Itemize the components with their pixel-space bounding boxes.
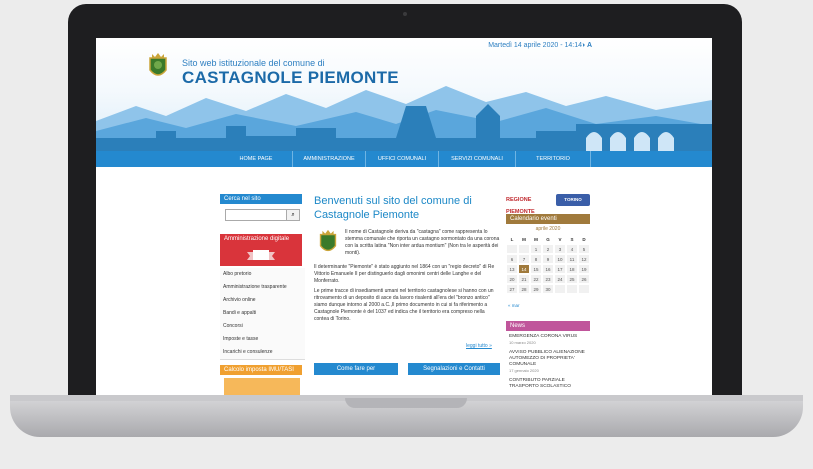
read-more-link[interactable]: leggi tutto » [466, 343, 492, 349]
calendar-day[interactable]: 23 [542, 274, 554, 284]
news-item-title[interactable]: EMERGENZA CORONA VIRUS [509, 334, 577, 339]
calcolo-imu-title[interactable]: Calcolo imposta IMU/TASI [220, 365, 302, 375]
calendar-day[interactable]: 3 [554, 244, 566, 254]
news-item-date: 17 gennaio 2020 [509, 368, 539, 373]
sidebar-item-incarichi[interactable]: Incarichi e consulenze [220, 346, 305, 360]
nav-servizi[interactable]: SERVIZI COMUNALI [439, 151, 516, 167]
regione-piemonte-logo[interactable]: REGIONE PIEMONTE [506, 194, 544, 215]
search-icon[interactable]: ⌕ [286, 209, 300, 221]
nav-amministrazione[interactable]: AMMINISTRAZIONE [293, 151, 366, 167]
calendar-dayname: L [506, 234, 518, 244]
calendar-prev-link[interactable]: « mar [508, 303, 520, 308]
calendar-day[interactable]: 30 [542, 284, 554, 294]
calendar-day[interactable]: 14 [518, 264, 530, 274]
calendar-day [518, 244, 530, 254]
calendar-day[interactable]: 9 [542, 254, 554, 264]
calendar-day[interactable]: 27 [506, 284, 518, 294]
skyline-banner [96, 86, 712, 156]
calendar-day[interactable]: 13 [506, 264, 518, 274]
paragraph-2: Le prime tracce di insediamenti umani ne… [314, 288, 494, 322]
calendar-day[interactable]: 2 [542, 244, 554, 254]
calendar-day[interactable]: 15 [530, 264, 542, 274]
admin-digitale-banner[interactable] [220, 244, 302, 266]
calendar-dayname: M [518, 234, 530, 244]
calendar-day[interactable]: 21 [518, 274, 530, 284]
nav-home[interactable]: HOME PAGE [220, 151, 293, 167]
paragraph-1: Il determinante "Piemonte" è stato aggiu… [314, 264, 495, 284]
news-item[interactable]: CONTRIBUTO PARZIALE TRASPORTO SCOLASTICO [509, 378, 591, 390]
torino-metropoli-logo[interactable]: TORINO METROPOLI [556, 194, 590, 214]
nav-uffici[interactable]: UFFICI COMUNALI [366, 151, 439, 167]
sidebar-item-trasparente[interactable]: Amministrazione trasparente [220, 281, 305, 295]
site-subtitle: Sito web istituzionale del comune di [182, 58, 325, 68]
site-header: Martedì 14 aprile 2020 - 14:14 ◑ A Sito … [96, 38, 712, 156]
calendar-dayname: M [530, 234, 542, 244]
accessibility-icons[interactable]: ◑ A [581, 42, 592, 49]
intro-text: Il nome di Castagnole deriva da "castagn… [345, 229, 500, 256]
calendar-day[interactable]: 28 [518, 284, 530, 294]
calendar-day[interactable]: 7 [518, 254, 530, 264]
search-box-title: Cerca nel sito [220, 194, 302, 204]
calendar-day[interactable]: 12 [578, 254, 590, 264]
admin-digitale-title: Amministrazione digitale [220, 234, 302, 244]
date-display: Martedì 14 aprile 2020 - 14:14 [488, 42, 582, 49]
sidebar-item-albo[interactable]: Albo pretorio [220, 268, 305, 282]
main-navigation: HOME PAGE AMMINISTRAZIONE UFFICI COMUNAL… [96, 151, 712, 167]
sidebar-item-archivio[interactable]: Archivio online [220, 294, 305, 308]
news-item-title[interactable]: CONTRIBUTO PARZIALE TRASPORTO SCOLASTICO [509, 378, 571, 389]
calendar-dayname: D [578, 234, 590, 244]
news-item-date: 10 marzo 2020 [509, 340, 536, 345]
nav-territorio[interactable]: TERRITORIO [516, 151, 591, 167]
calendar-day [578, 284, 590, 294]
sidebar-item-bandi[interactable]: Bandi e appalti [220, 307, 305, 321]
calendar-title: Calendario eventi [506, 214, 590, 224]
site-name[interactable]: CASTAGNOLE PIEMONTE [182, 68, 399, 88]
ribbon-icon [247, 250, 275, 260]
calendar-grid: L M M G V S D 1 2 3 4 5 6 7 8 9 10 11 12 13 14 15 16 17 1… [506, 234, 590, 294]
news-title: News [506, 321, 590, 331]
calendar-day[interactable]: 10 [554, 254, 566, 264]
calendar-day[interactable]: 26 [578, 274, 590, 284]
laptop-notch [345, 398, 467, 408]
calendar-day[interactable]: 4 [566, 244, 578, 254]
sidebar-item-imposte[interactable]: Imposte e tasse [220, 333, 305, 347]
calendar-dayname: S [566, 234, 578, 244]
calendar-day[interactable]: 29 [530, 284, 542, 294]
calendar-day[interactable]: 11 [566, 254, 578, 264]
coat-of-arms-small-icon [319, 229, 337, 252]
page-title: Benvenuti sul sito del comune di Castagn… [314, 195, 472, 221]
calendar-day[interactable]: 17 [554, 264, 566, 274]
calendar-day [566, 284, 578, 294]
news-item-title[interactable]: AVVISO PUBBLICO ALIENAZIONE AUTOMEZZO DI… [509, 350, 585, 367]
news-item[interactable]: EMERGENZA CORONA VIRUS 10 marzo 2020 [509, 334, 591, 347]
browser-screen: Martedì 14 aprile 2020 - 14:14 ◑ A Sito … [96, 38, 712, 397]
coat-of-arms-icon [149, 53, 167, 76]
calendar-day[interactable]: 1 [530, 244, 542, 254]
calendar-day[interactable]: 6 [506, 254, 518, 264]
come-fare-button[interactable]: Come fare per [314, 363, 398, 375]
segnalazioni-button[interactable]: Segnalazioni e Contatti [408, 363, 500, 375]
calendar-day [506, 244, 518, 254]
calendar-day[interactable]: 24 [554, 274, 566, 284]
calendar-day[interactable]: 25 [566, 274, 578, 284]
calendar-month: aprile 2020 [535, 226, 561, 232]
calendar-day[interactable]: 16 [542, 264, 554, 274]
news-item[interactable]: AVVISO PUBBLICO ALIENAZIONE AUTOMEZZO DI… [509, 350, 591, 375]
search-input[interactable] [225, 209, 287, 221]
calendar-day [554, 284, 566, 294]
calendar-day[interactable]: 22 [530, 274, 542, 284]
calendar-dayname: V [554, 234, 566, 244]
camera [403, 12, 407, 16]
calendar-day[interactable]: 20 [506, 274, 518, 284]
calendar-dayname: G [542, 234, 554, 244]
calendar-day[interactable]: 19 [578, 264, 590, 274]
calendar-day[interactable]: 5 [578, 244, 590, 254]
calendar-day[interactable]: 18 [566, 264, 578, 274]
sidebar-item-concorsi[interactable]: Concorsi [220, 320, 305, 334]
calendar-day[interactable]: 8 [530, 254, 542, 264]
